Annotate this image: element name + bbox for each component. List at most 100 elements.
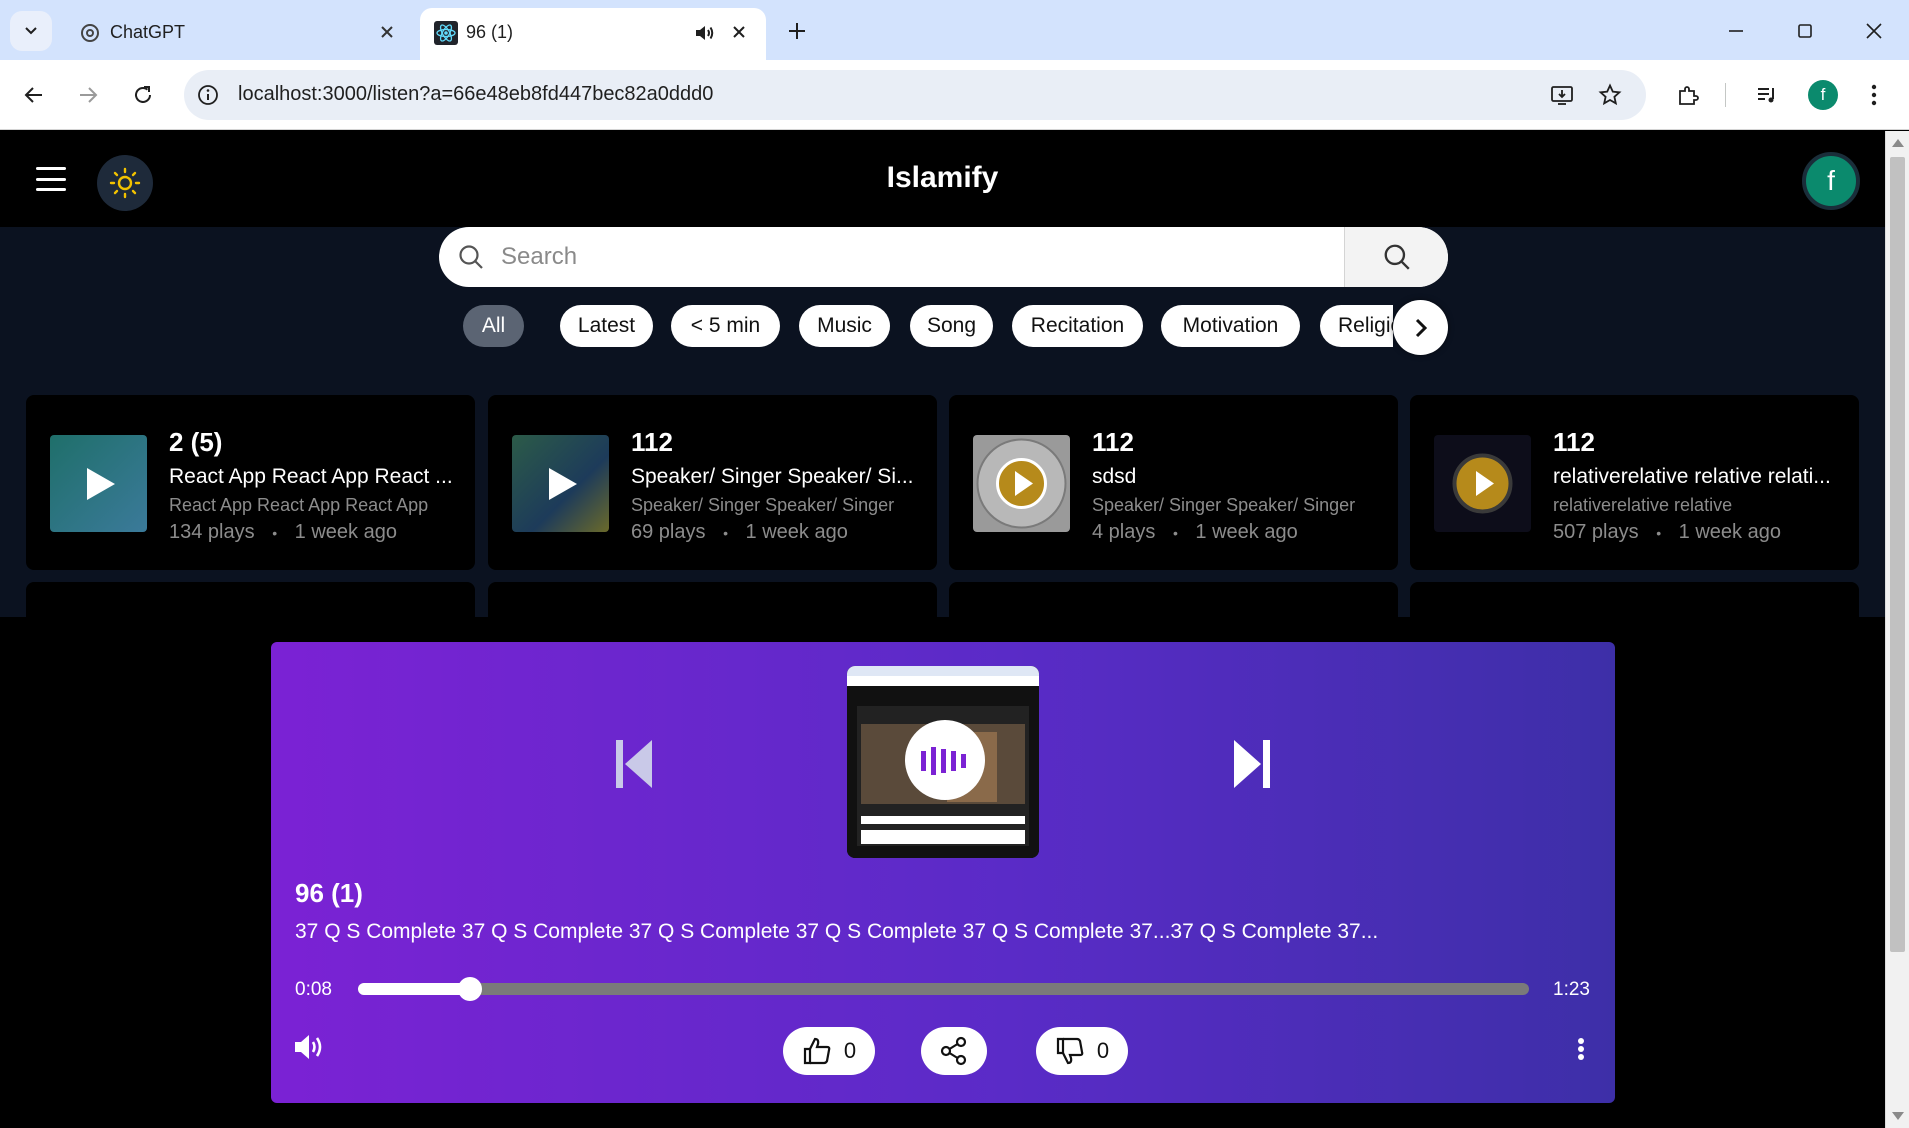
volume-icon[interactable] [293, 1032, 327, 1062]
bookmark-button[interactable] [1596, 81, 1624, 109]
card-subtitle: React App React App React ... [169, 465, 453, 488]
close-tab-icon[interactable] [374, 19, 400, 45]
audio-card[interactable]: 112 relativerelative relative relati... … [1410, 395, 1859, 570]
install-app-button[interactable] [1548, 81, 1576, 109]
audio-card[interactable]: 2 (5) React App React App React ... Reac… [26, 395, 475, 570]
meta-separator: • [1172, 524, 1178, 541]
player-more-options-icon[interactable] [1571, 1034, 1591, 1064]
user-avatar[interactable]: f [1802, 152, 1860, 210]
card-thumbnail[interactable] [50, 435, 147, 532]
search-button[interactable] [1344, 227, 1448, 287]
skip-next-icon[interactable] [1232, 738, 1272, 790]
page-scrollbar[interactable] [1885, 131, 1909, 1128]
card-plays: 4 plays [1092, 521, 1156, 543]
card-artist: Speaker/ Singer Speaker/ Singer [1092, 495, 1356, 515]
card-thumbnail[interactable] [512, 435, 609, 532]
scroll-down-arrow-icon[interactable] [1892, 1112, 1904, 1120]
info-icon[interactable] [196, 83, 220, 107]
like-button[interactable]: 0 [783, 1027, 875, 1075]
scrollbar-thumb[interactable] [1890, 157, 1905, 952]
forward-button[interactable] [69, 76, 107, 114]
share-icon [940, 1036, 967, 1066]
meta-separator: • [1656, 524, 1662, 541]
browser-menu-button[interactable] [1858, 79, 1890, 111]
chip-religion[interactable]: Religion [1320, 305, 1393, 347]
card-age: 1 week ago [1678, 521, 1781, 543]
chip-music[interactable]: Music [799, 305, 890, 347]
skip-previous-icon[interactable] [614, 738, 654, 790]
chatgpt-icon [81, 24, 99, 42]
extensions-button[interactable] [1672, 79, 1704, 111]
card-meta: 4 plays • 1 week ago [1092, 521, 1298, 544]
url-text[interactable]: localhost:3000/listen?a=66e48eb8fd447bec… [238, 83, 713, 106]
seek-bar-handle[interactable] [458, 977, 483, 1001]
chip-latest[interactable]: Latest [560, 305, 653, 347]
chip-under-5-min[interactable]: < 5 min [671, 305, 780, 347]
seek-bar[interactable] [358, 977, 1529, 1001]
media-control-button[interactable] [1751, 79, 1783, 111]
install-icon [1551, 86, 1573, 105]
card-title: 112 [1092, 427, 1134, 457]
card-thumbnail[interactable] [973, 435, 1070, 532]
dislike-button[interactable]: 0 [1036, 1027, 1128, 1075]
app-header: Islamify f [0, 131, 1885, 227]
chevron-down-icon [25, 27, 37, 35]
audio-player: 96 (1) 37 Q S Complete 37 Q S Complete 3… [271, 642, 1615, 1103]
audio-card-partial[interactable] [949, 582, 1398, 622]
chips-scroll-right-button[interactable] [1393, 300, 1448, 355]
audio-wave-icon [921, 747, 966, 775]
card-artist: React App React App React App [169, 495, 429, 515]
card-age: 1 week ago [745, 521, 848, 543]
browser-toolbar: localhost:3000/listen?a=66e48eb8fd447bec… [0, 60, 1909, 130]
address-bar[interactable]: localhost:3000/listen?a=66e48eb8fd447bec… [184, 70, 1646, 120]
minimize-button[interactable] [1719, 14, 1753, 48]
audio-card-partial[interactable] [488, 582, 937, 622]
app-title: Islamify [886, 161, 999, 194]
maximize-icon [1798, 24, 1812, 38]
close-tab-icon[interactable] [726, 19, 752, 45]
player-play-pause-button[interactable] [905, 720, 985, 800]
player-description: 37 Q S Complete 37 Q S Complete 37 Q S C… [295, 920, 1379, 943]
filter-chips: All Latest < 5 min Music Song Recitation… [463, 305, 1393, 349]
new-tab-button[interactable] [780, 14, 814, 48]
play-icon [86, 467, 115, 500]
chip-recitation[interactable]: Recitation [1012, 305, 1143, 347]
tic-tac-game-logo [976, 438, 1067, 529]
card-meta: 507 plays • 1 week ago [1553, 521, 1781, 544]
reload-button[interactable] [124, 76, 162, 114]
tab-current[interactable]: 96 (1) [420, 8, 766, 60]
chip-all[interactable]: All [463, 305, 524, 347]
audio-card-partial[interactable] [26, 582, 475, 622]
web-page: Islamify f All Latest < 5 min Music Song… [0, 131, 1885, 1128]
chevron-right-icon [1415, 318, 1427, 337]
audio-card-partial[interactable] [1410, 582, 1859, 622]
card-subtitle: sdsd [1092, 465, 1137, 488]
card-title: 112 [631, 427, 673, 457]
card-plays: 507 plays [1553, 521, 1639, 543]
browser-tabstrip: ChatGPT 96 (1) [0, 0, 1909, 60]
card-title: 2 (5) [169, 427, 223, 457]
search-input[interactable] [501, 227, 1341, 287]
card-plays: 69 plays [631, 521, 706, 543]
chip-song[interactable]: Song [910, 305, 993, 347]
dislike-count: 0 [1096, 1038, 1110, 1063]
browser-profile-avatar[interactable]: f [1808, 80, 1838, 110]
share-button[interactable] [921, 1027, 987, 1075]
tab-search-button[interactable] [10, 11, 52, 51]
tab-title: ChatGPT [110, 22, 186, 42]
plus-icon [789, 23, 805, 39]
maximize-button[interactable] [1788, 14, 1822, 48]
audio-card[interactable]: 112 Speaker/ Singer Speaker/ Si... Speak… [488, 395, 937, 570]
audio-card[interactable]: 112 sdsd Speaker/ Singer Speaker/ Singer… [949, 395, 1398, 570]
tab-audio-icon[interactable] [692, 21, 716, 45]
search-icon [459, 245, 483, 269]
back-button[interactable] [15, 76, 53, 114]
react-icon [434, 21, 458, 45]
thumbs-up-icon [803, 1037, 831, 1065]
chip-motivation[interactable]: Motivation [1161, 305, 1300, 347]
card-thumbnail[interactable] [1434, 435, 1531, 532]
scroll-up-arrow-icon[interactable] [1892, 139, 1904, 147]
tab-chatgpt[interactable]: ChatGPT [64, 8, 414, 60]
circular-logo [1452, 453, 1513, 514]
close-window-button[interactable] [1857, 14, 1891, 48]
